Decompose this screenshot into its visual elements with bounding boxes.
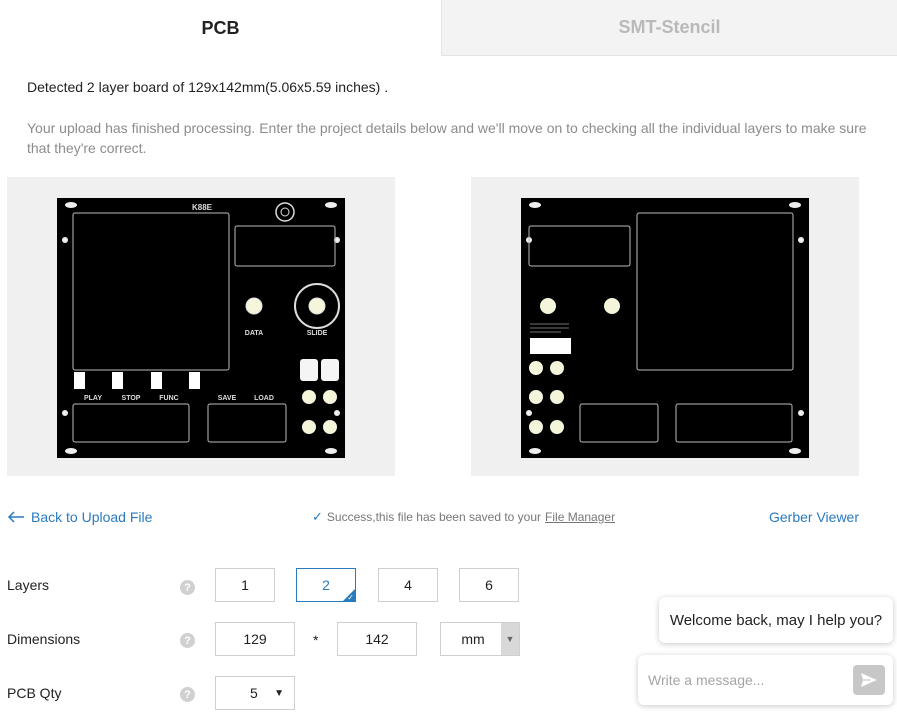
- pcb-bottom-render: [521, 198, 809, 458]
- svg-text:LOAD: LOAD: [254, 395, 274, 402]
- layer-option-4[interactable]: 4: [378, 568, 438, 602]
- layer-option-6[interactable]: 6: [459, 568, 519, 602]
- tab-smt-stencil[interactable]: SMT-Stencil: [441, 0, 897, 56]
- layer-option-2-label: 2: [322, 577, 330, 593]
- chat-input-box: [638, 655, 893, 705]
- dimension-width-input[interactable]: 129: [215, 622, 295, 656]
- pcb-qty-help-icon[interactable]: ?: [180, 687, 195, 702]
- send-button[interactable]: [853, 665, 885, 695]
- dimension-unit-select[interactable]: mm ▼: [440, 622, 520, 656]
- layers-label: Layers: [7, 577, 50, 593]
- gerber-viewer-link[interactable]: Gerber Viewer: [769, 509, 859, 525]
- chevron-down-icon: ▼: [501, 623, 519, 655]
- svg-text:FUNC: FUNC: [159, 395, 178, 402]
- svg-text:SAVE: SAVE: [218, 395, 237, 402]
- svg-text:STOP: STOP: [122, 395, 141, 402]
- dimension-separator: *: [313, 632, 319, 648]
- detected-board-info: Detected 2 layer board of 129x142mm(5.06…: [27, 79, 389, 95]
- dimension-height-input[interactable]: 142: [337, 622, 417, 656]
- check-icon: ✓: [312, 509, 323, 524]
- back-to-upload-label: Back to Upload File: [31, 509, 153, 525]
- pcb-top-render: K88E DATA SLIDE PLAY STOP FUNC SAVE LOAD: [57, 198, 345, 458]
- pcb-qty-value: 5: [250, 685, 258, 701]
- unit-value: mm: [461, 631, 485, 647]
- layers-help-icon[interactable]: ?: [180, 580, 195, 595]
- send-icon: [861, 673, 877, 687]
- chat-message-input[interactable]: [648, 672, 853, 688]
- pcb-top-image: K88E DATA SLIDE PLAY STOP FUNC SAVE LOAD: [57, 198, 345, 458]
- caret-down-icon: ▼: [274, 687, 284, 699]
- tab-pcb[interactable]: PCB: [0, 0, 441, 56]
- success-message: ✓ Success,this file has been saved to yo…: [312, 509, 615, 525]
- success-text: Success,this file has been saved to your: [326, 510, 542, 524]
- arrow-left-icon: [7, 511, 24, 523]
- chat-greeting-bubble[interactable]: Welcome back, may I help you?: [659, 597, 893, 643]
- dimensions-label: Dimensions: [7, 631, 81, 647]
- board-title: K88E: [192, 203, 213, 212]
- selected-check-icon: ✓: [347, 593, 354, 602]
- processing-message: Your upload has finished processing. Ent…: [27, 120, 867, 156]
- dimensions-help-icon[interactable]: ?: [180, 633, 195, 648]
- layer-option-2[interactable]: 2 ✓: [296, 568, 356, 602]
- layer-option-1[interactable]: 1: [215, 568, 275, 602]
- tab-bar: PCB SMT-Stencil: [0, 0, 897, 57]
- pcb-bottom-image: [521, 198, 809, 458]
- svg-text:PLAY: PLAY: [84, 395, 102, 402]
- file-manager-link[interactable]: File Manager: [545, 510, 615, 524]
- svg-text:DATA: DATA: [245, 330, 263, 337]
- back-to-upload-link[interactable]: Back to Upload File: [7, 509, 152, 525]
- pcb-qty-label: PCB Qty: [7, 685, 62, 701]
- pcb-qty-select[interactable]: 5 ▼: [215, 676, 295, 710]
- board-preview-top: K88E DATA SLIDE PLAY STOP FUNC SAVE LOAD: [7, 177, 395, 476]
- svg-text:SLIDE: SLIDE: [307, 330, 328, 337]
- board-preview-bottom: [471, 177, 859, 476]
